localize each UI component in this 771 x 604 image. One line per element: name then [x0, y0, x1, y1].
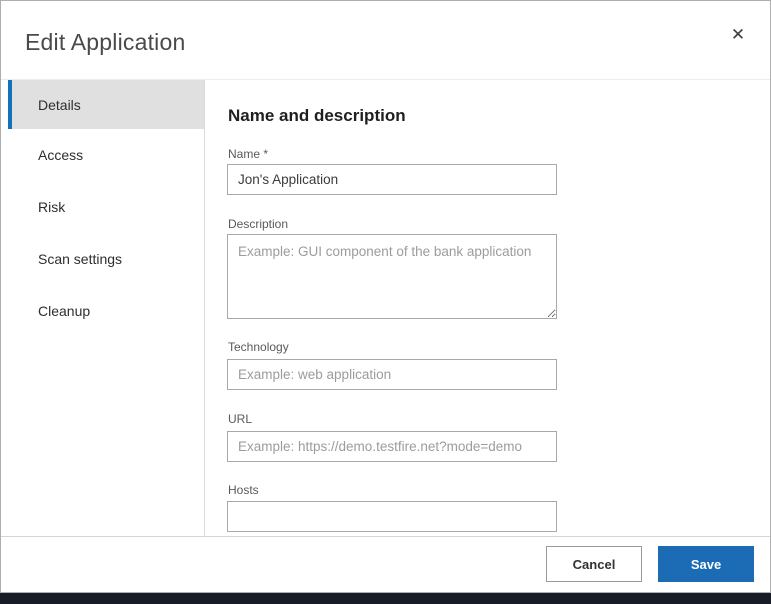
- sidebar-item-label: Cleanup: [38, 303, 90, 319]
- sidebar: Details Access Risk Scan settings Cleanu…: [1, 80, 205, 537]
- edit-application-dialog: Edit Application ✕ Details Access Risk S…: [0, 0, 771, 593]
- sidebar-item-scan-settings[interactable]: Scan settings: [8, 233, 204, 285]
- sidebar-item-access[interactable]: Access: [8, 129, 204, 181]
- sidebar-item-risk[interactable]: Risk: [8, 181, 204, 233]
- hosts-input[interactable]: [227, 501, 557, 532]
- sidebar-item-details[interactable]: Details: [8, 80, 204, 129]
- technology-label: Technology: [228, 340, 289, 354]
- name-label-text: Name: [228, 147, 260, 161]
- url-label: URL: [228, 412, 252, 426]
- background-window-bar: [0, 593, 771, 604]
- hosts-label: Hosts: [228, 483, 259, 497]
- sidebar-item-label: Details: [38, 97, 81, 113]
- dialog-title: Edit Application: [25, 29, 185, 56]
- description-textarea[interactable]: [227, 234, 557, 319]
- active-tab-indicator: [8, 80, 12, 129]
- sidebar-item-label: Access: [38, 147, 83, 163]
- name-label: Name *: [228, 147, 268, 161]
- url-input[interactable]: [227, 431, 557, 462]
- sidebar-item-label: Risk: [38, 199, 65, 215]
- cancel-button[interactable]: Cancel: [546, 546, 642, 582]
- screen: Edit Application ✕ Details Access Risk S…: [0, 0, 771, 604]
- section-title: Name and description: [228, 106, 406, 126]
- sidebar-item-cleanup[interactable]: Cleanup: [8, 285, 204, 337]
- dialog-footer: Cancel Save: [1, 536, 770, 592]
- name-input[interactable]: [227, 164, 557, 195]
- technology-input[interactable]: [227, 359, 557, 390]
- required-asterisk: *: [263, 147, 268, 161]
- sidebar-item-label: Scan settings: [38, 251, 122, 267]
- dialog-header: Edit Application ✕: [1, 1, 770, 80]
- close-icon[interactable]: ✕: [726, 23, 750, 47]
- description-label: Description: [228, 217, 288, 231]
- save-button[interactable]: Save: [658, 546, 754, 582]
